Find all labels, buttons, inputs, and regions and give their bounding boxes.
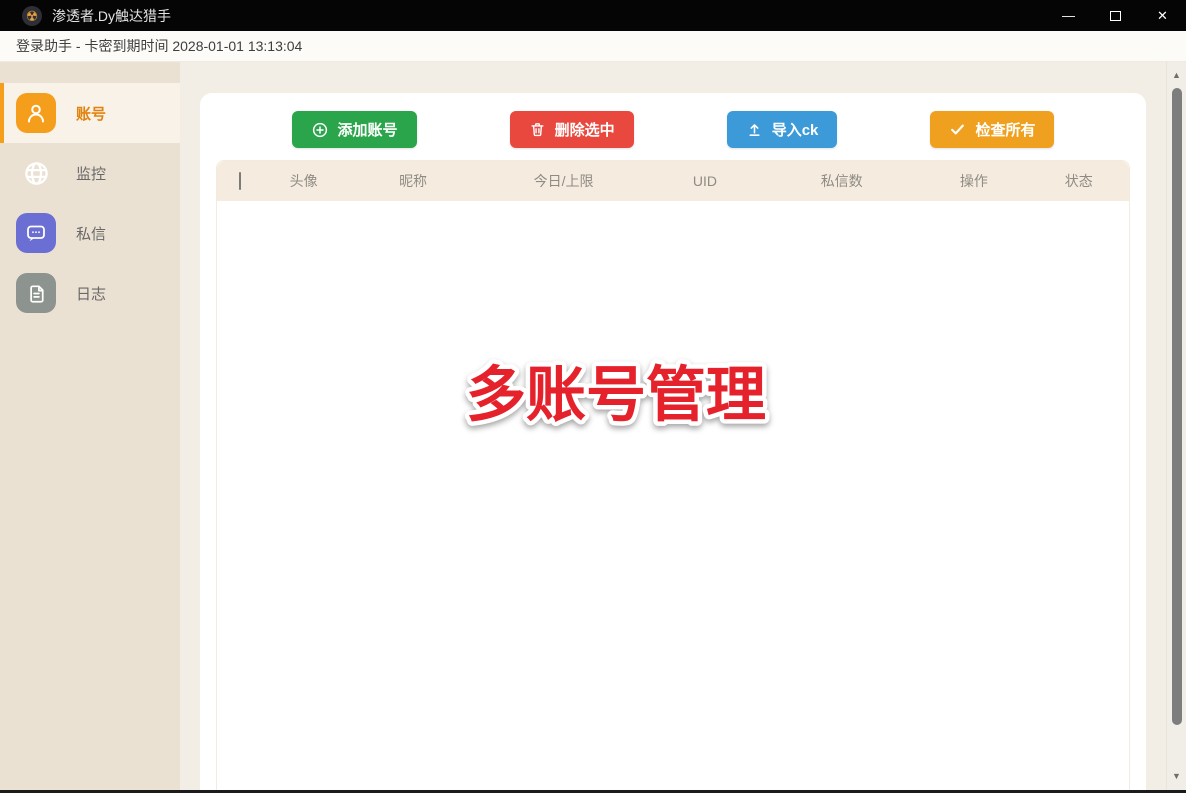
upload-icon <box>746 121 763 138</box>
table-body: 多账号管理 <box>217 201 1129 790</box>
column-header-message-count: 私信数 <box>764 171 919 191</box>
status-bar: 登录助手 - 卡密到期时间 2028-01-01 13:13:04 <box>0 31 1186 62</box>
sidebar-label-logs: 日志 <box>76 283 106 304</box>
sidebar-label-monitor: 监控 <box>76 163 106 184</box>
sidebar-item-monitor[interactable]: 监控 <box>0 143 180 203</box>
vertical-scrollbar[interactable]: ▲ ▼ <box>1166 62 1186 790</box>
scroll-down-icon[interactable]: ▼ <box>1172 772 1181 781</box>
check-icon <box>949 121 966 138</box>
sidebar-item-logs[interactable]: 日志 <box>0 263 180 323</box>
multi-account-watermark: 多账号管理 <box>416 340 816 450</box>
add-account-button[interactable]: 添加账号 <box>292 111 417 148</box>
window-controls: — ✕ <box>1045 0 1186 31</box>
sidebar-label-messages: 私信 <box>76 223 106 244</box>
column-header-actions: 操作 <box>919 171 1028 191</box>
column-header-uid: UID <box>646 173 765 189</box>
document-icon <box>16 273 56 313</box>
delete-selected-button[interactable]: 删除选中 <box>510 111 634 148</box>
app-logo-icon: ☢ <box>22 6 42 26</box>
chat-bubble-icon <box>16 213 56 253</box>
window-title: 渗透者.Dy触达猎手 <box>52 6 171 26</box>
user-icon <box>16 93 56 133</box>
accounts-table: 头像 昵称 今日/上限 UID 私信数 操作 状态 多账号管理 <box>216 160 1130 790</box>
license-expiry-text: 登录助手 - 卡密到期时间 2028-01-01 13:13:04 <box>16 36 302 56</box>
check-all-button[interactable]: 检查所有 <box>930 111 1054 148</box>
column-header-avatar: 头像 <box>263 171 345 191</box>
table-header: 头像 昵称 今日/上限 UID 私信数 操作 状态 <box>217 161 1129 201</box>
scroll-up-icon[interactable]: ▲ <box>1172 71 1181 80</box>
sidebar-item-messages[interactable]: 私信 <box>0 203 180 263</box>
import-ck-button[interactable]: 导入ck <box>727 111 838 148</box>
scrollbar-thumb[interactable] <box>1172 88 1182 725</box>
sidebar: 账号 监控 私信 <box>0 62 180 790</box>
titlebar: ☢ 渗透者.Dy触达猎手 — ✕ <box>0 0 1186 31</box>
close-button[interactable]: ✕ <box>1139 0 1186 31</box>
main-content: 添加账号 删除选中 导入ck <box>180 62 1166 790</box>
column-header-nickname: 昵称 <box>345 171 482 191</box>
accounts-card: 添加账号 删除选中 导入ck <box>200 93 1146 790</box>
column-header-daily-limit: 今日/上限 <box>481 171 645 191</box>
column-header-status: 状态 <box>1029 171 1129 191</box>
toolbar: 添加账号 删除选中 导入ck <box>200 93 1146 160</box>
maximize-icon <box>1110 11 1121 21</box>
globe-icon <box>16 153 56 193</box>
maximize-button[interactable] <box>1092 0 1139 31</box>
plus-circle-icon <box>311 121 329 139</box>
sidebar-item-accounts[interactable]: 账号 <box>0 83 180 143</box>
minimize-button[interactable]: — <box>1045 0 1092 31</box>
select-all-checkbox[interactable] <box>239 172 241 190</box>
sidebar-label-accounts: 账号 <box>76 103 106 124</box>
svg-text:多账号管理: 多账号管理 <box>466 362 766 429</box>
trash-icon <box>529 121 546 138</box>
